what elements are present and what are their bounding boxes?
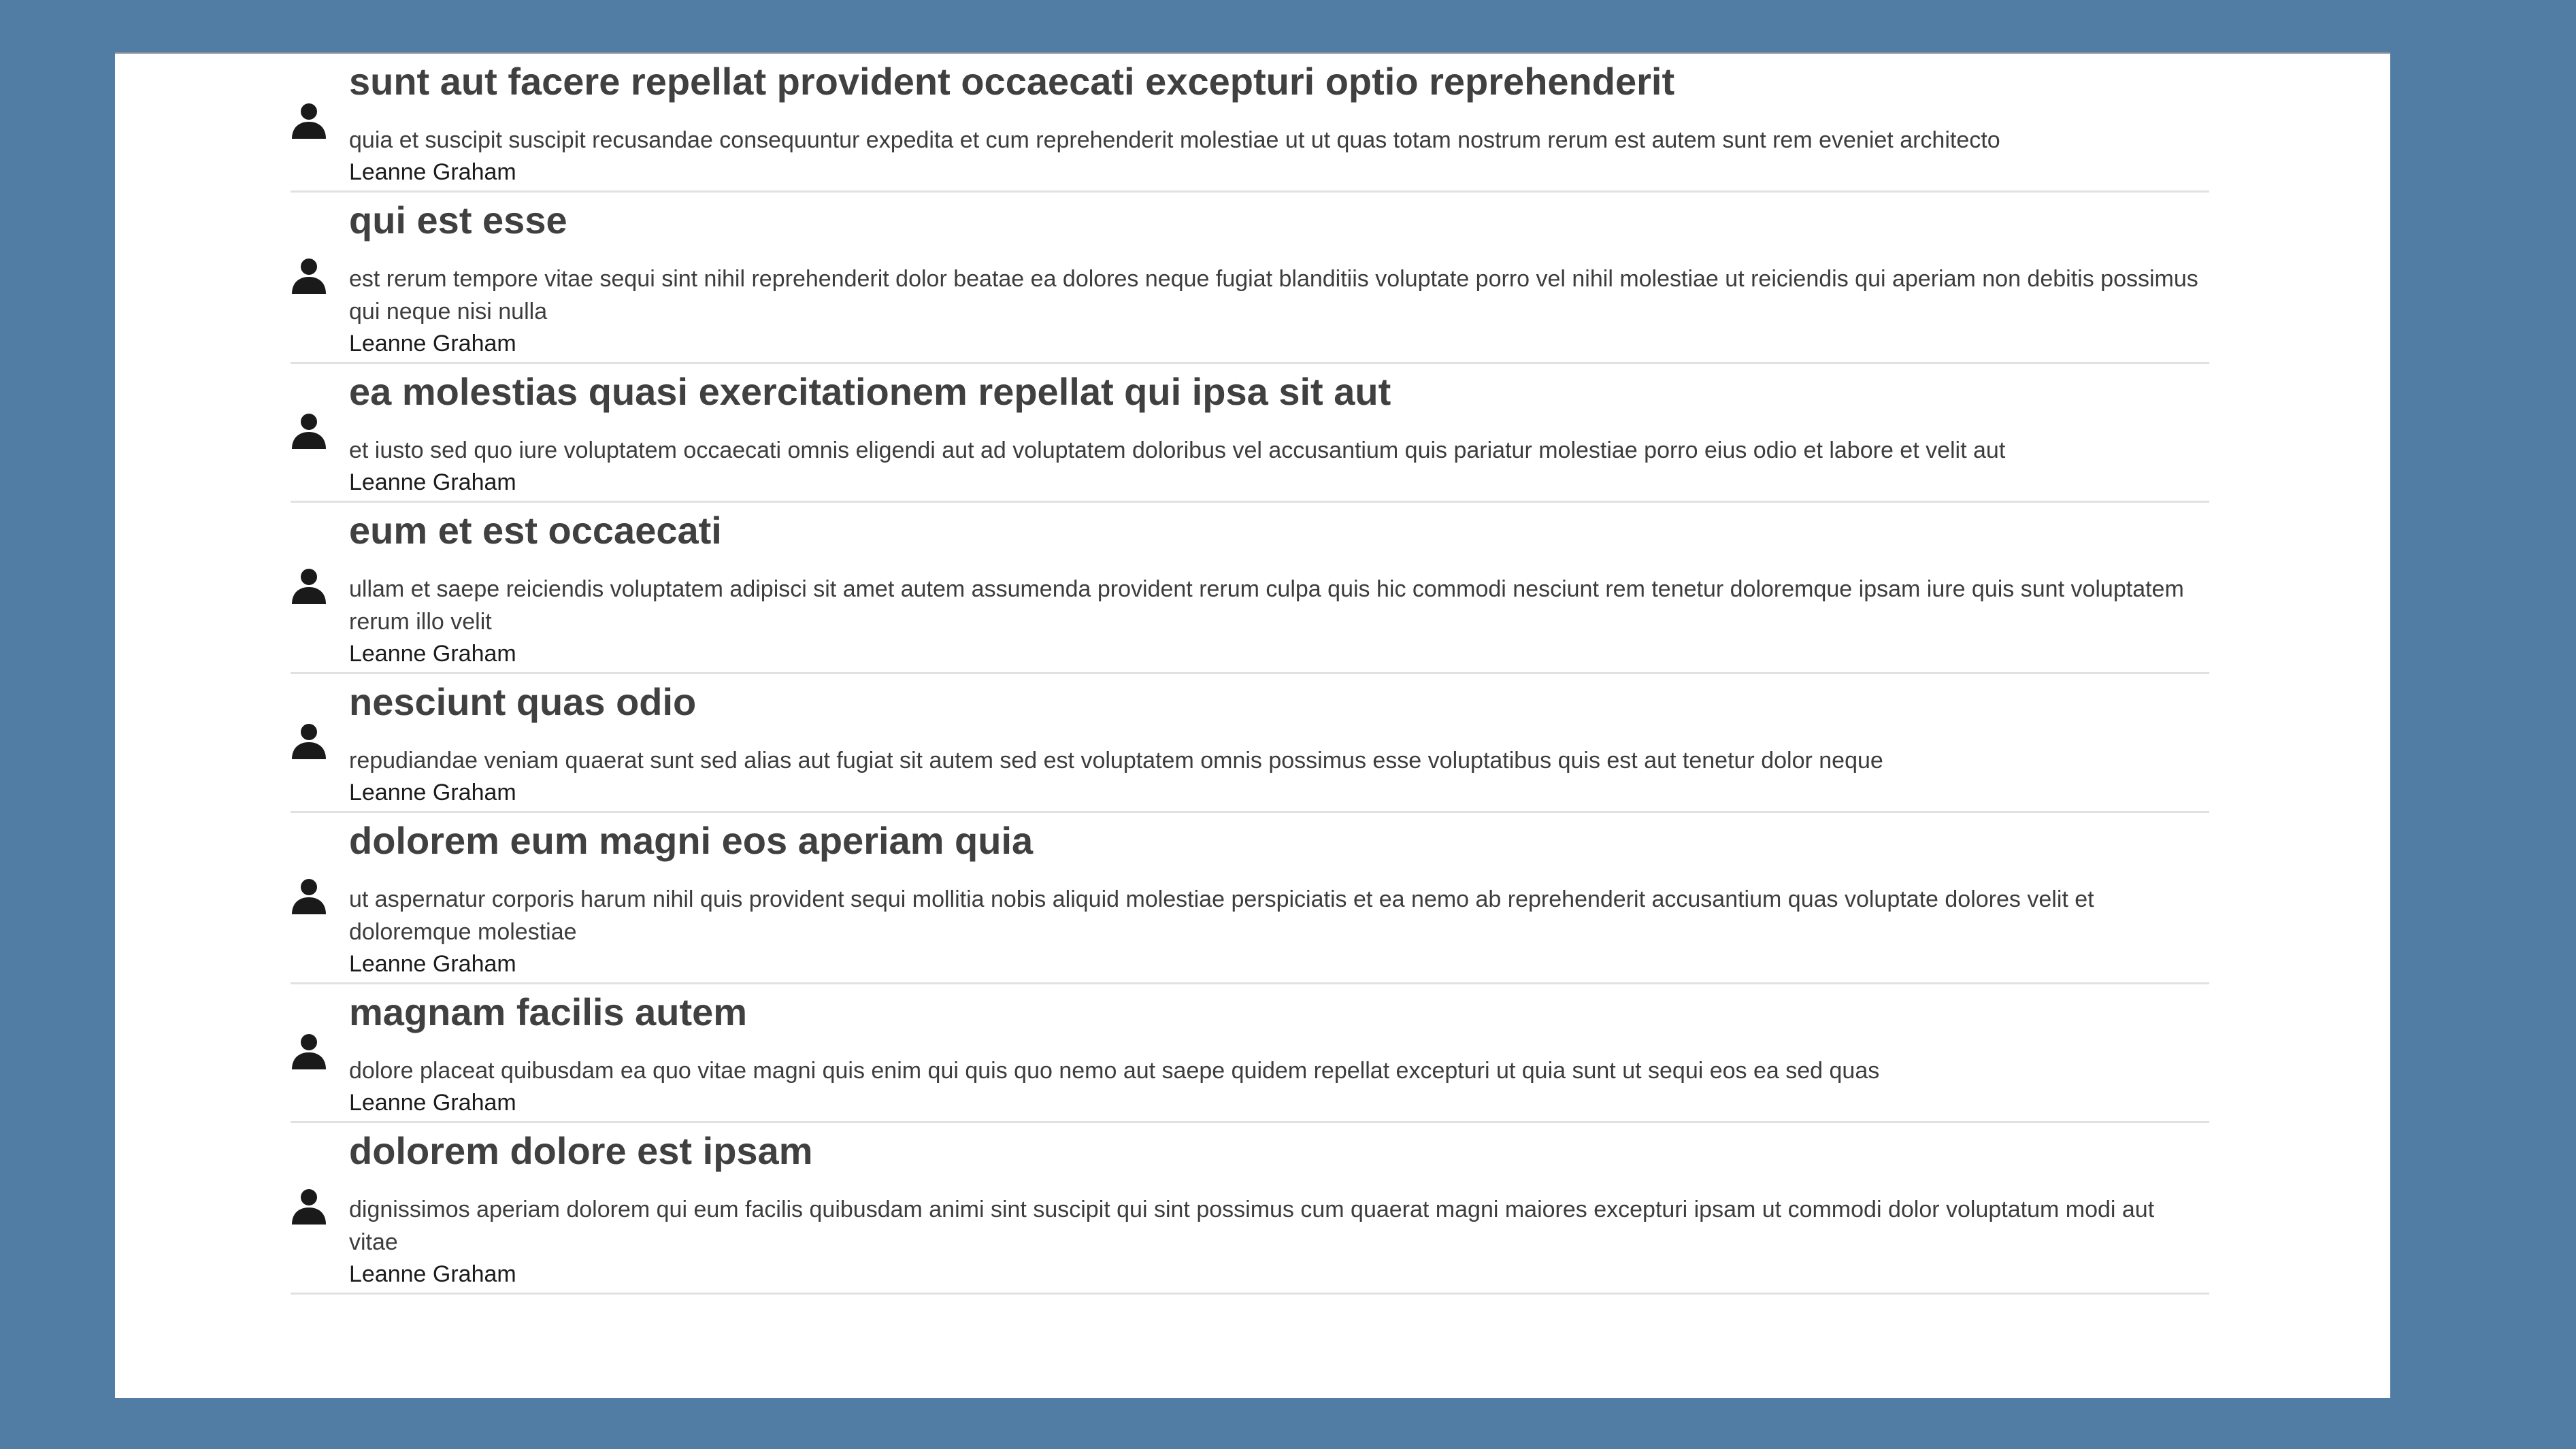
user-icon	[291, 102, 327, 139]
post-item[interactable]: magnam facilis autem dolore placeat quib…	[291, 984, 2209, 1123]
user-icon	[291, 1033, 327, 1069]
post-item[interactable]: nesciunt quas odio repudiandae veniam qu…	[291, 674, 2209, 813]
post-title[interactable]: magnam facilis autem	[349, 989, 2209, 1035]
post-author: Leanne Graham	[349, 331, 516, 356]
user-icon	[291, 878, 327, 914]
post-item[interactable]: eum et est occaecati ullam et saepe reic…	[291, 503, 2209, 674]
user-icon	[291, 412, 327, 449]
post-item[interactable]: qui est esse est rerum tempore vitae seq…	[291, 193, 2209, 364]
post-author: Leanne Graham	[349, 780, 516, 805]
post-body: ut aspernatur corporis harum nihil quis …	[349, 886, 2094, 945]
post-author: Leanne Graham	[349, 159, 516, 185]
post-item[interactable]: ea molestias quasi exercitationem repell…	[291, 364, 2209, 503]
post-title[interactable]: nesciunt quas odio	[349, 679, 2209, 725]
post-item[interactable]: dolorem eum magni eos aperiam quia ut as…	[291, 813, 2209, 984]
posts-panel: sunt aut facere repellat provident occae…	[115, 52, 2390, 1398]
post-body: dolore placeat quibusdam ea quo vitae ma…	[349, 1058, 1880, 1084]
user-icon	[291, 567, 327, 604]
user-icon	[291, 257, 327, 294]
post-title[interactable]: dolorem dolore est ipsam	[349, 1128, 2209, 1174]
post-list: sunt aut facere repellat provident occae…	[291, 54, 2209, 1295]
post-body: repudiandae veniam quaerat sunt sed alia…	[349, 748, 1883, 773]
post-title[interactable]: sunt aut facere repellat provident occae…	[349, 59, 2209, 105]
post-body: et iusto sed quo iure voluptatem occaeca…	[349, 437, 2006, 463]
post-author: Leanne Graham	[349, 951, 516, 977]
post-author: Leanne Graham	[349, 1090, 516, 1116]
post-author: Leanne Graham	[349, 1261, 516, 1287]
post-body: quia et suscipit suscipit recusandae con…	[349, 127, 2000, 153]
post-item[interactable]: sunt aut facere repellat provident occae…	[291, 54, 2209, 193]
post-author: Leanne Graham	[349, 641, 516, 667]
post-author: Leanne Graham	[349, 469, 516, 495]
post-body: ullam et saepe reiciendis voluptatem adi…	[349, 576, 2184, 635]
post-item[interactable]: dolorem dolore est ipsam dignissimos ape…	[291, 1123, 2209, 1295]
post-title[interactable]: eum et est occaecati	[349, 507, 2209, 554]
post-body: dignissimos aperiam dolorem qui eum faci…	[349, 1197, 2155, 1255]
post-title[interactable]: qui est esse	[349, 197, 2209, 244]
user-icon	[291, 1188, 327, 1225]
post-title[interactable]: dolorem eum magni eos aperiam quia	[349, 818, 2209, 864]
user-icon	[291, 722, 327, 759]
post-title[interactable]: ea molestias quasi exercitationem repell…	[349, 369, 2209, 415]
post-body: est rerum tempore vitae sequi sint nihil…	[349, 266, 2198, 324]
